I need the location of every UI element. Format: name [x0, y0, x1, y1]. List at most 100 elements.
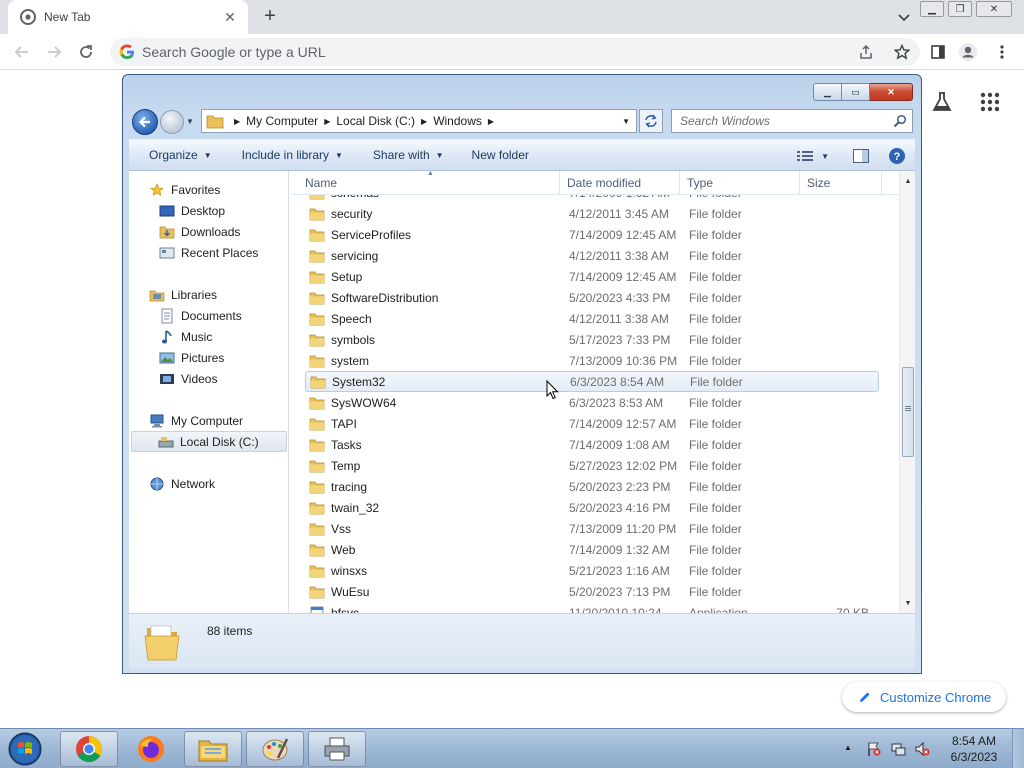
system-clock[interactable]: 8:54 AM 6/3/2023 — [944, 733, 1004, 765]
breadcrumb-separator-icon[interactable]: ▶ — [421, 117, 427, 126]
nav-favorites[interactable]: Favorites — [149, 179, 220, 200]
file-row[interactable]: security 4/12/2011 3:45 AM File folder — [305, 203, 879, 224]
browser-minimize-button[interactable]: ▁ — [920, 1, 944, 17]
scrollbar-thumb[interactable] — [902, 367, 914, 457]
share-with-button[interactable]: Share with ▼ — [373, 148, 444, 162]
explorer-maximize-button[interactable]: ▭ — [842, 83, 870, 101]
nav-documents[interactable]: Documents — [159, 305, 242, 326]
new-tab-button[interactable]: + — [258, 5, 282, 29]
address-dropdown-icon[interactable]: ▼ — [622, 117, 630, 126]
network-status-icon[interactable] — [890, 741, 906, 757]
chrome-menu-icon[interactable] — [992, 42, 1012, 62]
google-apps-icon[interactable] — [980, 92, 1000, 112]
column-header-date-modified[interactable]: Date modified — [567, 176, 641, 190]
nav-videos[interactable]: Videos — [159, 368, 217, 389]
reload-icon[interactable] — [74, 40, 98, 64]
explorer-minimize-button[interactable]: ▁ — [813, 83, 842, 101]
file-row[interactable]: Vss 7/13/2009 11:20 PM File folder — [305, 518, 879, 539]
file-row[interactable]: symbols 5/17/2023 7:33 PM File folder — [305, 329, 879, 350]
explorer-search-input[interactable]: Search Windows — [671, 109, 913, 133]
browser-close-button[interactable]: ✕ — [976, 1, 1012, 17]
action-center-flag-icon[interactable] — [866, 741, 882, 757]
back-arrow-icon[interactable] — [10, 40, 34, 64]
nav-pictures[interactable]: Pictures — [159, 347, 224, 368]
file-row[interactable]: WuEsu 5/20/2023 7:13 PM File folder — [305, 581, 879, 602]
new-folder-button[interactable]: New folder — [472, 148, 529, 162]
file-row[interactable]: winsxs 5/21/2023 1:16 AM File folder — [305, 560, 879, 581]
share-icon[interactable] — [857, 43, 875, 61]
taskbar-firefox-button[interactable] — [122, 731, 180, 767]
explorer-address-bar[interactable]: ▶ My Computer ▶ Local Disk (C:) ▶ Window… — [201, 109, 637, 133]
tab-close-icon[interactable]: ✕ — [222, 9, 238, 26]
file-row[interactable]: servicing 4/12/2011 3:38 AM File folder — [305, 245, 879, 266]
file-row[interactable]: Tasks 7/14/2009 1:08 AM File folder — [305, 434, 879, 455]
browser-restore-button[interactable]: ❐ — [948, 1, 972, 17]
breadcrumb-separator-icon[interactable]: ▶ — [324, 117, 330, 126]
explorer-close-button[interactable]: ✕ — [870, 83, 913, 101]
breadcrumb-separator-icon[interactable]: ▶ — [488, 117, 494, 126]
file-row[interactable]: SysWOW64 6/3/2023 8:53 AM File folder — [305, 392, 879, 413]
nav-recent-places[interactable]: Recent Places — [159, 242, 258, 263]
scroll-up-arrow-icon[interactable]: ▲ — [900, 173, 915, 189]
breadcrumb-local-disk[interactable]: Local Disk (C:) — [336, 114, 415, 128]
change-view-icon[interactable] — [795, 146, 815, 166]
file-row[interactable]: ServiceProfiles 7/14/2009 12:45 AM File fo… — [305, 224, 879, 245]
show-hidden-icons-icon[interactable]: ▲ — [844, 743, 852, 752]
nav-my-computer[interactable]: My Computer — [149, 410, 243, 431]
file-row[interactable]: schemas7/14/2009 1:32 AMFile folder — [305, 195, 879, 203]
breadcrumb-my-computer[interactable]: My Computer — [246, 114, 318, 128]
file-row[interactable]: Speech 4/12/2011 3:38 AM File folder — [305, 308, 879, 329]
file-row[interactable]: Temp 5/27/2023 12:02 PM File folder — [305, 455, 879, 476]
file-row[interactable]: Setup 7/14/2009 12:45 AM File folder — [305, 266, 879, 287]
taskbar-chrome-button[interactable] — [60, 731, 118, 767]
nav-libraries[interactable]: Libraries — [149, 284, 217, 305]
column-divider[interactable] — [679, 171, 680, 195]
taskbar-explorer-button[interactable] — [184, 731, 242, 767]
profile-avatar-icon[interactable] — [958, 42, 978, 62]
bookmark-star-icon[interactable] — [893, 43, 911, 61]
file-row[interactable]: system 7/13/2009 10:36 PM File folder — [305, 350, 879, 371]
labs-flask-icon[interactable] — [930, 90, 954, 114]
preview-pane-icon[interactable] — [851, 146, 871, 166]
omnibox[interactable]: Search Google or type a URL — [110, 38, 920, 66]
start-button[interactable] — [2, 730, 48, 768]
explorer-forward-button[interactable] — [160, 110, 184, 134]
column-header-type[interactable]: Type — [687, 176, 713, 190]
file-row[interactable]: TAPI 7/14/2009 12:57 AM File folder — [305, 413, 879, 434]
column-divider[interactable] — [881, 171, 882, 195]
column-header-size[interactable]: Size — [807, 176, 830, 190]
nav-downloads[interactable]: Downloads — [159, 221, 240, 242]
file-row[interactable]: twain_32 5/20/2023 4:16 PM File folder — [305, 497, 879, 518]
column-divider[interactable] — [559, 171, 560, 195]
vertical-scrollbar[interactable]: ▲ ▼ — [899, 171, 915, 613]
explorer-back-button[interactable] — [132, 109, 158, 135]
taskbar-paint-button[interactable] — [246, 731, 304, 767]
nav-network[interactable]: Network — [149, 473, 215, 494]
forward-arrow-icon[interactable] — [42, 40, 66, 64]
file-row[interactable]: bfsvc 11/20/2010 10:24 ... Application 70 K… — [305, 602, 879, 613]
file-row[interactable]: System32 6/3/2023 8:54 AM File folder — [305, 371, 879, 392]
show-desktop-button[interactable] — [1012, 729, 1024, 768]
recent-pages-dropdown-icon[interactable]: ▼ — [186, 117, 194, 126]
file-row[interactable]: SoftwareDistribution 5/20/2023 4:33 PM Fil… — [305, 287, 879, 308]
side-panel-icon[interactable] — [928, 42, 948, 62]
nav-desktop[interactable]: Desktop — [159, 200, 225, 221]
view-options-chevron-icon[interactable]: ▼ — [821, 152, 829, 161]
include-in-library-button[interactable]: Include in library ▼ — [242, 148, 343, 162]
taskbar-printer-button[interactable] — [308, 731, 366, 767]
nav-music[interactable]: Music — [159, 326, 212, 347]
column-divider[interactable] — [799, 171, 800, 195]
volume-muted-icon[interactable] — [914, 741, 930, 757]
search-icon[interactable] — [892, 114, 908, 128]
tab-new-tab[interactable]: New Tab ✕ — [8, 0, 248, 34]
column-header-name[interactable]: Name — [305, 176, 337, 190]
organize-menu-button[interactable]: Organize ▼ — [149, 148, 212, 162]
scroll-down-arrow-icon[interactable]: ▼ — [900, 595, 915, 611]
file-row[interactable]: Web 7/14/2009 1:32 AM File folder — [305, 539, 879, 560]
help-icon[interactable]: ? — [887, 146, 907, 166]
file-row[interactable]: tracing 5/20/2023 2:23 PM File folder — [305, 476, 879, 497]
nav-local-disk[interactable]: Local Disk (C:) — [131, 431, 287, 452]
tab-search-chevron-icon[interactable] — [894, 8, 914, 26]
breadcrumb-windows[interactable]: Windows — [433, 114, 482, 128]
customize-chrome-button[interactable]: Customize Chrome — [842, 682, 1006, 712]
